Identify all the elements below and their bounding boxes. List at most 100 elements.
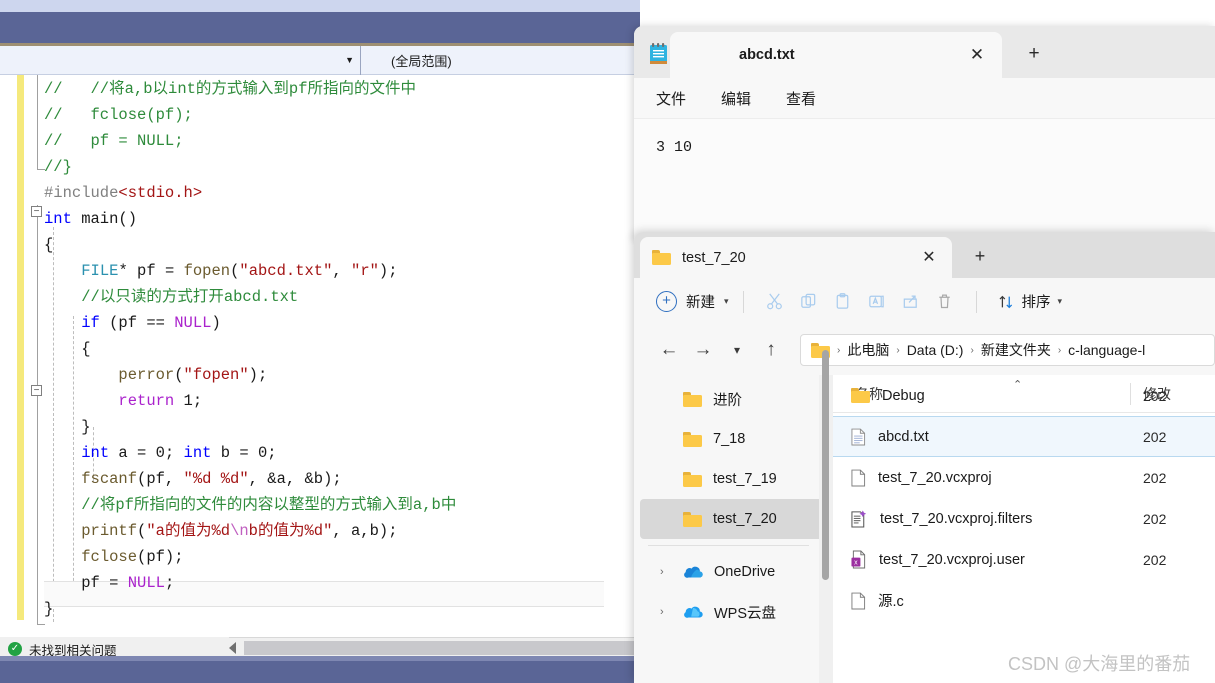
rename-icon[interactable] [860,286,894,318]
explorer-file-list: 名称 ⌃ 修改 Debug202abcd.txt202test_7_20.vcx… [833,375,1215,683]
chevron-right-icon[interactable]: › [660,606,672,618]
breadcrumb-item-0[interactable]: 此电脑 [847,340,889,360]
code-token: \n [230,522,249,540]
nav-item-进阶[interactable]: 进阶 [640,379,823,419]
code-token: ); [248,366,268,384]
code-token: // pf = NULL; [44,132,184,150]
code-line: fclose(pf); [44,544,640,570]
vs-bottom-bar [0,661,640,683]
menu-edit[interactable]: 编辑 [721,88,751,109]
code-token: "a的值为%d [146,522,231,540]
code-token: "abcd.txt" [239,262,333,280]
breadcrumb-item-1[interactable]: Data (D:) [907,342,964,358]
code-token: main() [71,210,138,228]
paste-icon[interactable] [826,286,860,318]
table-row[interactable]: test_7_20.vcxproj.filters 202 [833,498,1215,539]
vs-scroll-thumb[interactable] [244,641,636,655]
code-token: } [44,600,54,618]
share-icon[interactable] [894,286,928,318]
new-button[interactable]: + 新建 ▾ [656,291,729,312]
cut-icon[interactable] [758,286,792,318]
chevron-right-icon[interactable]: › [660,566,672,578]
code-token: int [81,444,110,462]
breadcrumb-item-2[interactable]: 新建文件夹 [981,340,1051,360]
folder-icon [851,388,870,403]
code-token: (pf); [137,548,184,566]
code-line: { [44,336,640,362]
new-tab-icon[interactable]: + [966,243,994,269]
nav-item-test_7_20[interactable]: test_7_20 [640,499,823,539]
vs-navigation-bar: ▼ (全局范围) [0,45,640,75]
code-token: fopen [183,262,231,280]
table-row[interactable]: x test_7_20.vcxproj.user 202 [833,539,1215,580]
code-line: fscanf(pf, "%d %d", &a, &b); [44,466,640,492]
recent-locations-icon[interactable]: ▾ [720,334,754,366]
table-row[interactable]: test_7_20.vcxproj 202 [833,457,1215,498]
code-token: ( [174,366,184,384]
notepad-tab[interactable]: abcd.txt ✕ [670,32,1002,78]
vs-code-editor[interactable]: − − // //将a,b以int的方式输入到pf所指向的文件中// fclos… [0,75,640,637]
delete-icon[interactable] [928,286,962,318]
vs-scope-combo[interactable]: ▼ [0,45,361,75]
folder-icon [683,431,702,447]
nav-pane-scrollbar-thumb[interactable] [822,350,829,580]
folder-icon [652,250,671,265]
back-icon[interactable]: ← [652,334,686,366]
code-token: (pf, [137,470,184,488]
explorer-content: 进阶 7_18 test_7_19 test_7_20 › OneDrive › WPS云盘 … [634,350,1215,683]
code-token: * pf = [118,262,184,280]
code-line: } [44,596,640,622]
code-token: 1; [174,392,203,410]
code-line: printf("a的值为%d\nb的值为%d", a,b); [44,518,640,544]
nav-item-test_7_19[interactable]: test_7_19 [640,459,823,499]
menu-file[interactable]: 文件 [656,88,686,109]
vs-title-bar[interactable] [0,12,640,43]
close-icon[interactable]: ✕ [966,44,988,66]
code-line: int a = 0; int b = 0; [44,440,640,466]
table-row[interactable]: abcd.txt 202 [833,416,1215,457]
breadcrumb-separator: › [896,344,900,356]
code-token: int [183,444,212,462]
vs-code-text[interactable]: // //将a,b以int的方式输入到pf所指向的文件中 // fclose(pf… [0,75,640,637]
explorer-tab[interactable]: test_7_20 ✕ [640,237,952,278]
plus-circle-icon: + [656,291,677,312]
toolbar-separator [742,290,744,313]
nav-item-WPS云盘[interactable]: › WPS云盘 [640,592,823,632]
code-token: , &a, &b); [248,470,342,488]
table-row[interactable]: Debug 202 [833,375,1215,416]
nav-divider [648,545,809,546]
sort-button[interactable]: 排序 ▾ [997,291,1062,312]
svg-text:x: x [854,559,858,566]
breadcrumb-separator: › [837,344,841,356]
nav-item-label: OneDrive [714,564,776,580]
forward-icon[interactable]: → [686,334,720,366]
chevron-down-icon: ▼ [345,54,354,65]
code-line: perror("fopen"); [44,362,640,388]
nav-item-7_18[interactable]: 7_18 [640,419,823,459]
sort-arrows-icon [997,293,1015,311]
code-line: //} [44,154,640,180]
nav-item-label: test_7_19 [713,471,777,487]
code-token: return [118,392,175,410]
copy-icon[interactable] [792,286,826,318]
new-tab-icon[interactable]: + [1019,40,1049,68]
scroll-left-icon[interactable] [229,642,236,654]
breadcrumb-item-3[interactable]: c-language-l [1068,342,1145,358]
screen: ▼ (全局范围) − − // //将a,b以int的方式输入到pf所指向的文件… [0,0,1215,683]
nav-item-OneDrive[interactable]: › OneDrive [640,552,823,592]
notepad-text-area[interactable]: 3 10 [634,118,1215,240]
breadcrumb-separator: › [1057,344,1062,356]
up-icon[interactable]: ↑ [754,334,788,366]
close-icon[interactable]: ✕ [918,247,940,269]
explorer-navigation-pane: 进阶 7_18 test_7_19 test_7_20 › OneDrive › WPS云盘 [634,375,829,683]
menu-view[interactable]: 查看 [786,88,816,109]
vs-member-combo[interactable]: (全局范围) [361,46,640,75]
table-row[interactable]: 源.c [833,580,1215,621]
breadcrumb[interactable]: › 此电脑 › Data (D:) › 新建文件夹 › c-language-l [800,334,1215,366]
notepad-document-text: 3 10 [656,139,693,156]
explorer-toolbar: + 新建 ▾ 排序 ▾ [634,278,1215,325]
code-token: printf [81,522,138,540]
file-name: test_7_20.vcxproj.user [879,551,1025,568]
code-token: , [332,262,352,280]
file-date: 202 [1143,469,1167,486]
